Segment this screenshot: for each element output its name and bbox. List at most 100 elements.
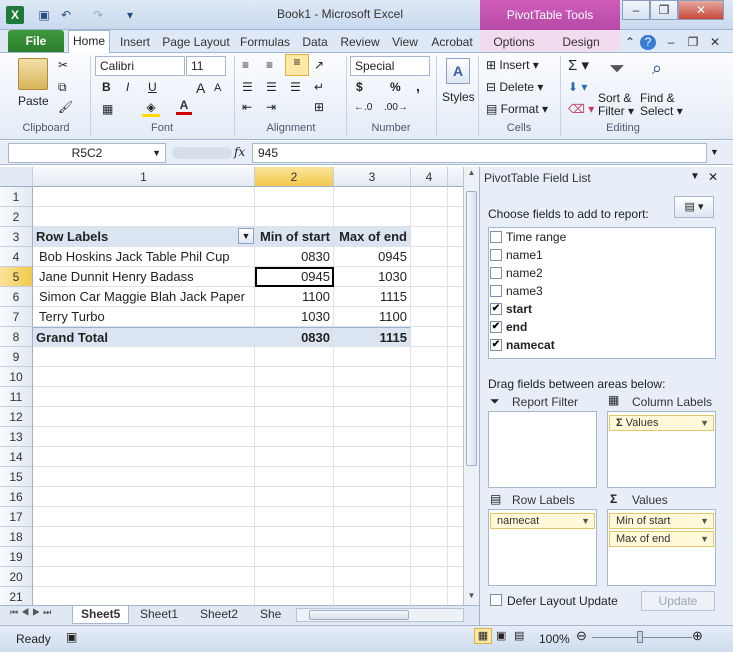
workbook-restore-icon[interactable]: ❐ bbox=[684, 33, 702, 51]
increase-decimal-button[interactable]: ←.0 bbox=[354, 102, 372, 113]
grid-cell[interactable] bbox=[334, 367, 411, 387]
row-header[interactable]: 17 bbox=[0, 507, 33, 527]
grid-cell[interactable] bbox=[255, 407, 334, 427]
help-icon[interactable]: ? bbox=[640, 35, 656, 50]
select-all-corner[interactable] bbox=[0, 167, 33, 187]
active-cell[interactable]: 0945 bbox=[255, 267, 334, 287]
grid-cell[interactable] bbox=[411, 387, 448, 407]
grid-cell[interactable] bbox=[255, 547, 334, 567]
pivot-value-cell[interactable]: 1100 bbox=[334, 307, 411, 327]
tab-review[interactable]: Review bbox=[337, 33, 383, 51]
field-list-item[interactable]: ✔ end bbox=[490, 318, 527, 336]
field-checkbox[interactable] bbox=[490, 249, 502, 261]
zoom-slider-thumb[interactable] bbox=[637, 631, 643, 643]
close-button[interactable]: ✕ bbox=[678, 0, 724, 20]
borders-icon[interactable]: ▦ bbox=[102, 102, 113, 116]
grid-cell[interactable] bbox=[448, 347, 463, 367]
grid-cell[interactable] bbox=[33, 567, 255, 587]
pivot-grand-total-value[interactable]: 1115 bbox=[334, 327, 411, 347]
row-header[interactable]: 5 bbox=[0, 267, 33, 287]
fill-icon[interactable]: ⬇ ▾ bbox=[568, 80, 587, 94]
chevron-down-icon[interactable]: ▼ bbox=[152, 144, 161, 162]
grid-cell[interactable] bbox=[448, 547, 463, 567]
grid-cell[interactable] bbox=[33, 367, 255, 387]
sheet-tab[interactable]: Sheet5 bbox=[72, 606, 130, 624]
grid-cell[interactable] bbox=[411, 327, 448, 347]
row-field-chip[interactable]: namecat ▼ bbox=[490, 513, 595, 529]
pivot-grand-total-value[interactable]: 0830 bbox=[255, 327, 334, 347]
decrease-indent-icon[interactable]: ⇤ bbox=[242, 100, 252, 114]
font-name-combo[interactable]: Calibri bbox=[95, 56, 185, 76]
row-header[interactable]: 15 bbox=[0, 467, 33, 487]
grid-cell[interactable] bbox=[448, 567, 463, 587]
row-header[interactable]: 7 bbox=[0, 307, 33, 327]
grid-cell[interactable] bbox=[33, 347, 255, 367]
grid-cell[interactable] bbox=[255, 387, 334, 407]
grid-cell[interactable] bbox=[448, 207, 463, 227]
scroll-down-icon[interactable]: ▼ bbox=[465, 591, 478, 603]
grid-cell[interactable] bbox=[33, 447, 255, 467]
tab-acrobat[interactable]: Acrobat bbox=[427, 33, 477, 51]
align-left-icon[interactable]: ☰ bbox=[242, 80, 253, 94]
currency-button[interactable]: $ bbox=[356, 80, 363, 94]
sheet-tab[interactable]: Sheet1 bbox=[132, 606, 186, 624]
row-header[interactable]: 11 bbox=[0, 387, 33, 407]
tab-options[interactable]: Options bbox=[488, 33, 540, 51]
grid-cell[interactable] bbox=[255, 587, 334, 605]
grid-cell[interactable] bbox=[448, 247, 463, 267]
pane-close-icon[interactable]: ✕ bbox=[708, 170, 718, 184]
grid-cell[interactable] bbox=[411, 207, 448, 227]
grid-cell[interactable] bbox=[411, 427, 448, 447]
styles-icon[interactable]: A bbox=[446, 58, 470, 84]
copy-icon[interactable]: ⧉ bbox=[58, 80, 67, 95]
field-list-item[interactable]: name1 bbox=[490, 246, 543, 264]
grid-cell[interactable] bbox=[448, 187, 463, 207]
field-checkbox[interactable]: ✔ bbox=[490, 321, 502, 333]
restore-button[interactable]: ❐ bbox=[650, 0, 678, 20]
field-checkbox[interactable] bbox=[490, 267, 502, 279]
row-header[interactable]: 9 bbox=[0, 347, 33, 367]
merge-center-icon[interactable]: ⊞ bbox=[314, 100, 324, 114]
grid-cell[interactable] bbox=[411, 567, 448, 587]
tab-data[interactable]: Data bbox=[298, 33, 332, 51]
comma-button[interactable]: , bbox=[416, 78, 420, 94]
increase-indent-icon[interactable]: ⇥ bbox=[266, 100, 276, 114]
format-cells-button[interactable]: ▤ Format ▾ bbox=[486, 102, 548, 116]
row-labels-filter-dropdown-icon[interactable]: ▼ bbox=[238, 228, 254, 244]
find-select-button[interactable]: Find & Select ▾ bbox=[640, 92, 683, 118]
sheet-nav-icon[interactable]: ⏮◀▶⏭ bbox=[10, 607, 54, 618]
grid-cell[interactable] bbox=[448, 427, 463, 447]
value-field-chip[interactable]: Min of start ▼ bbox=[609, 513, 714, 529]
grid-cell[interactable] bbox=[448, 367, 463, 387]
vertical-scroll-thumb[interactable] bbox=[466, 191, 477, 466]
grid-cell[interactable] bbox=[448, 227, 463, 247]
align-center-icon[interactable]: ☰ bbox=[266, 80, 277, 94]
value-field-chip[interactable]: Max of end ▼ bbox=[609, 531, 714, 547]
grid-cell[interactable] bbox=[334, 567, 411, 587]
zoom-in-icon[interactable]: ⊕ bbox=[692, 628, 703, 644]
grid-cell[interactable] bbox=[448, 467, 463, 487]
styles-button[interactable]: Styles bbox=[442, 90, 475, 104]
shrink-font-button[interactable]: A bbox=[214, 82, 221, 94]
field-list-layout-button[interactable]: ▤ ▾ bbox=[674, 196, 714, 218]
grid-cell[interactable] bbox=[334, 407, 411, 427]
column-header[interactable]: 2 bbox=[255, 167, 334, 187]
grid-cell[interactable] bbox=[334, 347, 411, 367]
paste-button[interactable]: Paste bbox=[18, 94, 49, 108]
grid-cell[interactable] bbox=[33, 487, 255, 507]
grid-cell[interactable] bbox=[255, 187, 334, 207]
tab-insert[interactable]: Insert bbox=[114, 33, 156, 51]
grid-cell[interactable] bbox=[33, 187, 255, 207]
grid-cell[interactable] bbox=[411, 187, 448, 207]
grid-cell[interactable] bbox=[448, 587, 463, 605]
row-header[interactable]: 2 bbox=[0, 207, 33, 227]
find-select-icon[interactable]: ⌕ bbox=[644, 58, 670, 84]
autosum-icon[interactable]: Σ ▾ bbox=[568, 56, 589, 74]
italic-button[interactable]: I bbox=[126, 80, 129, 94]
pivot-column-header[interactable]: Min of start bbox=[255, 227, 334, 247]
grid-cell[interactable] bbox=[448, 407, 463, 427]
align-bottom-icon[interactable]: ≡ bbox=[285, 54, 309, 76]
grid-cell[interactable] bbox=[33, 387, 255, 407]
format-painter-icon[interactable]: 🖌 bbox=[58, 100, 73, 114]
column-header[interactable]: 4 bbox=[411, 167, 448, 187]
